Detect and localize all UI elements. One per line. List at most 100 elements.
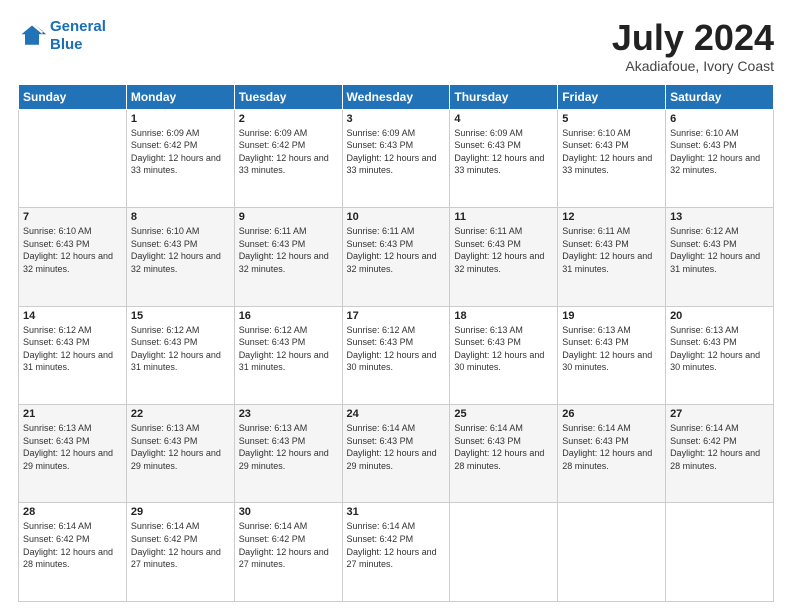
day-info: Sunrise: 6:13 AMSunset: 6:43 PMDaylight:…	[131, 422, 230, 472]
day-info: Sunrise: 6:11 AMSunset: 6:43 PMDaylight:…	[239, 225, 338, 275]
day-number: 30	[239, 506, 338, 518]
calendar-cell: 7 Sunrise: 6:10 AMSunset: 6:43 PMDaylight…	[19, 208, 127, 306]
calendar-cell: 23 Sunrise: 6:13 AMSunset: 6:43 PMDayligh…	[234, 405, 342, 503]
calendar-header-tuesday: Tuesday	[234, 84, 342, 109]
calendar-week-1: 7 Sunrise: 6:10 AMSunset: 6:43 PMDaylight…	[19, 208, 774, 306]
calendar-header-monday: Monday	[126, 84, 234, 109]
day-info: Sunrise: 6:09 AMSunset: 6:43 PMDaylight:…	[347, 127, 446, 177]
calendar-cell: 24 Sunrise: 6:14 AMSunset: 6:43 PMDayligh…	[342, 405, 450, 503]
day-info: Sunrise: 6:12 AMSunset: 6:43 PMDaylight:…	[131, 324, 230, 374]
calendar-cell	[19, 109, 127, 207]
calendar-cell	[558, 503, 666, 602]
day-info: Sunrise: 6:11 AMSunset: 6:43 PMDaylight:…	[347, 225, 446, 275]
calendar-cell: 19 Sunrise: 6:13 AMSunset: 6:43 PMDayligh…	[558, 306, 666, 404]
day-info: Sunrise: 6:11 AMSunset: 6:43 PMDaylight:…	[454, 225, 553, 275]
day-number: 5	[562, 113, 661, 125]
calendar-header-friday: Friday	[558, 84, 666, 109]
logo-line2: Blue	[50, 36, 83, 53]
day-number: 12	[562, 211, 661, 223]
calendar-cell: 21Sunrise: 6:13 AMSunset: 6:43 PMDayligh…	[19, 405, 127, 503]
day-info: Sunrise: 6:12 AMSunset: 6:43 PMDaylight:…	[23, 324, 122, 374]
day-info: Sunrise: 6:09 AMSunset: 6:42 PMDaylight:…	[131, 127, 230, 177]
calendar-week-0: 1 Sunrise: 6:09 AMSunset: 6:42 PMDaylight…	[19, 109, 774, 207]
calendar-header-thursday: Thursday	[450, 84, 558, 109]
calendar-week-2: 14Sunrise: 6:12 AMSunset: 6:43 PMDayligh…	[19, 306, 774, 404]
calendar-cell: 15 Sunrise: 6:12 AMSunset: 6:43 PMDayligh…	[126, 306, 234, 404]
day-number: 9	[239, 211, 338, 223]
calendar-cell: 18Sunrise: 6:13 AMSunset: 6:43 PMDayligh…	[450, 306, 558, 404]
day-number: 28	[23, 506, 122, 518]
calendar-cell: 8 Sunrise: 6:10 AMSunset: 6:43 PMDaylight…	[126, 208, 234, 306]
calendar-cell: 22 Sunrise: 6:13 AMSunset: 6:43 PMDayligh…	[126, 405, 234, 503]
calendar-week-3: 21 Sunrise: 6:13 AMSunset: 6:43 PMDayligh…	[19, 405, 774, 503]
day-info: Sunrise: 6:13 AMSunset: 6:43 PMDaylight:…	[562, 324, 661, 374]
day-info: Sunrise: 6:09 AMSunset: 6:43 PMDaylight:…	[454, 127, 553, 177]
calendar-table: SundayMondayTuesdayWednesdayThursdayFrid…	[18, 84, 774, 602]
title-block: July 2024 Akadiafoue, Ivory Coast	[612, 18, 774, 74]
day-info: Sunrise: 6:10 AMSunset: 6:43 PMDaylight:…	[131, 225, 230, 275]
calendar-cell: 14Sunrise: 6:12 AMSunset: 6:43 PMDayligh…	[19, 306, 127, 404]
calendar-cell: 30 Sunrise: 6:14 AMSunset: 6:42 PMDayligh…	[234, 503, 342, 602]
calendar-cell: 29 Sunrise: 6:14 AMSunset: 6:42 PMDayligh…	[126, 503, 234, 602]
day-number: 22	[131, 408, 230, 420]
day-number: 4	[454, 113, 553, 125]
calendar-week-4: 28 Sunrise: 6:14 AMSunset: 6:42 PMDayligh…	[19, 503, 774, 602]
day-info: Sunrise: 6:14 AMSunset: 6:42 PMDaylight:…	[131, 520, 230, 570]
day-number: 17	[347, 310, 446, 322]
calendar-cell: 27Sunrise: 6:14 AMSunset: 6:42 PMDayligh…	[666, 405, 774, 503]
day-number: 3	[347, 113, 446, 125]
calendar-cell: 3 Sunrise: 6:09 AMSunset: 6:43 PMDaylight…	[342, 109, 450, 207]
calendar-cell: 31Sunrise: 6:14 AMSunset: 6:42 PMDayligh…	[342, 503, 450, 602]
day-number: 2	[239, 113, 338, 125]
day-info: Sunrise: 6:10 AMSunset: 6:43 PMDaylight:…	[23, 225, 122, 275]
day-number: 29	[131, 506, 230, 518]
calendar-header-wednesday: Wednesday	[342, 84, 450, 109]
day-info: Sunrise: 6:12 AMSunset: 6:43 PMDaylight:…	[239, 324, 338, 374]
calendar-cell: 26 Sunrise: 6:14 AMSunset: 6:43 PMDayligh…	[558, 405, 666, 503]
day-info: Sunrise: 6:10 AMSunset: 6:43 PMDaylight:…	[562, 127, 661, 177]
calendar-cell: 28 Sunrise: 6:14 AMSunset: 6:42 PMDayligh…	[19, 503, 127, 602]
calendar-cell: 12 Sunrise: 6:11 AMSunset: 6:43 PMDayligh…	[558, 208, 666, 306]
day-number: 23	[239, 408, 338, 420]
calendar-cell: 11Sunrise: 6:11 AMSunset: 6:43 PMDayligh…	[450, 208, 558, 306]
day-info: Sunrise: 6:12 AMSunset: 6:43 PMDaylight:…	[670, 225, 769, 275]
day-number: 19	[562, 310, 661, 322]
logo-text: General Blue	[50, 18, 106, 54]
day-info: Sunrise: 6:13 AMSunset: 6:43 PMDaylight:…	[670, 324, 769, 374]
day-number: 21	[23, 408, 122, 420]
day-number: 7	[23, 211, 122, 223]
month-title: July 2024	[612, 18, 774, 58]
day-info: Sunrise: 6:11 AMSunset: 6:43 PMDaylight:…	[562, 225, 661, 275]
day-number: 26	[562, 408, 661, 420]
day-info: Sunrise: 6:12 AMSunset: 6:43 PMDaylight:…	[347, 324, 446, 374]
header: General Blue July 2024 Akadiafoue, Ivory…	[18, 18, 774, 74]
logo-icon	[18, 22, 46, 50]
day-number: 25	[454, 408, 553, 420]
calendar-cell: 4 Sunrise: 6:09 AMSunset: 6:43 PMDaylight…	[450, 109, 558, 207]
calendar-cell: 2 Sunrise: 6:09 AMSunset: 6:42 PMDaylight…	[234, 109, 342, 207]
day-number: 6	[670, 113, 769, 125]
day-info: Sunrise: 6:14 AMSunset: 6:43 PMDaylight:…	[562, 422, 661, 472]
day-info: Sunrise: 6:13 AMSunset: 6:43 PMDaylight:…	[239, 422, 338, 472]
day-number: 1	[131, 113, 230, 125]
day-info: Sunrise: 6:14 AMSunset: 6:42 PMDaylight:…	[23, 520, 122, 570]
day-info: Sunrise: 6:13 AMSunset: 6:43 PMDaylight:…	[454, 324, 553, 374]
calendar-header-row: SundayMondayTuesdayWednesdayThursdayFrid…	[19, 84, 774, 109]
calendar-cell: 6 Sunrise: 6:10 AMSunset: 6:43 PMDaylight…	[666, 109, 774, 207]
calendar-cell: 17 Sunrise: 6:12 AMSunset: 6:43 PMDayligh…	[342, 306, 450, 404]
day-info: Sunrise: 6:14 AMSunset: 6:43 PMDaylight:…	[347, 422, 446, 472]
day-number: 15	[131, 310, 230, 322]
day-info: Sunrise: 6:10 AMSunset: 6:43 PMDaylight:…	[670, 127, 769, 177]
day-number: 24	[347, 408, 446, 420]
day-number: 27	[670, 408, 769, 420]
day-info: Sunrise: 6:14 AMSunset: 6:42 PMDaylight:…	[239, 520, 338, 570]
day-info: Sunrise: 6:09 AMSunset: 6:42 PMDaylight:…	[239, 127, 338, 177]
day-info: Sunrise: 6:14 AMSunset: 6:43 PMDaylight:…	[454, 422, 553, 472]
logo: General Blue	[18, 18, 106, 54]
day-number: 10	[347, 211, 446, 223]
calendar-header-sunday: Sunday	[19, 84, 127, 109]
day-number: 8	[131, 211, 230, 223]
calendar-cell: 16Sunrise: 6:12 AMSunset: 6:43 PMDayligh…	[234, 306, 342, 404]
day-info: Sunrise: 6:14 AMSunset: 6:42 PMDaylight:…	[347, 520, 446, 570]
calendar-header-saturday: Saturday	[666, 84, 774, 109]
